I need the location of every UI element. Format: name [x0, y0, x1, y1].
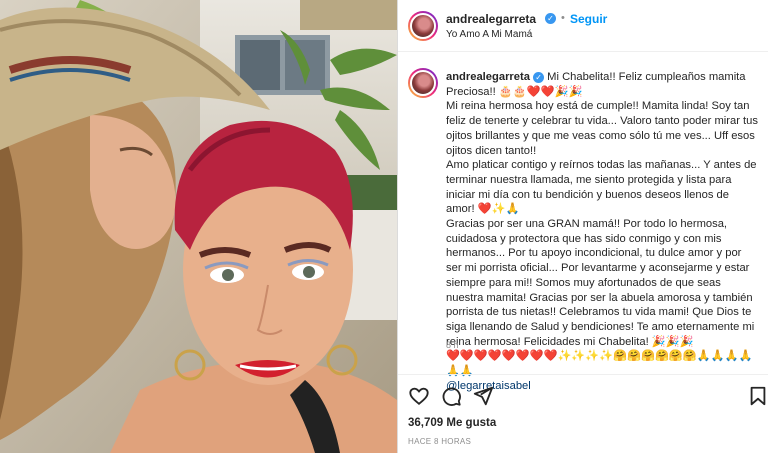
- post-header: andrealegarreta ✓ • Seguir Yo Amo A Mi M…: [398, 0, 768, 52]
- post-photo-illustration: [0, 0, 397, 453]
- bookmark-icon[interactable]: [747, 385, 768, 407]
- caption-username[interactable]: andrealegarreta: [446, 71, 530, 83]
- caption-time: 8 h: [446, 340, 459, 350]
- share-icon[interactable]: [472, 385, 494, 407]
- caption-text-line-3: Mi reina hermosa hoy está de cumple!! Ma…: [446, 100, 758, 157]
- separator-dot: •: [561, 12, 565, 24]
- post-panel: andrealegarreta ✓ • Seguir Yo Amo A Mi M…: [397, 0, 768, 453]
- caption-line-1: andrealegarreta ✓ Mi Chabelita!! Feliz c…: [446, 70, 760, 85]
- header-username[interactable]: andrealegarreta: [446, 12, 536, 26]
- caption-text-line-5: Gracias por ser una GRAN mamá!! Por todo…: [446, 218, 755, 348]
- caption: andrealegarreta ✓ Mi Chabelita!! Feliz c…: [446, 70, 760, 393]
- heart-icon[interactable]: [408, 385, 430, 407]
- post-time: HACE 8 HORAS: [408, 437, 472, 446]
- caption-avatar[interactable]: [408, 68, 438, 98]
- avatar[interactable]: [408, 11, 438, 41]
- caption-text-line-4: Amo platicar contigo y reírnos todas las…: [446, 159, 757, 216]
- caption-verified-icon: ✓: [533, 71, 545, 83]
- audio-subtitle[interactable]: Yo Amo A Mi Mamá: [446, 29, 532, 40]
- caption-text-line-1: Mi Chabelita!! Feliz cumpleaños mamita: [547, 71, 746, 83]
- follow-button[interactable]: Seguir: [570, 12, 607, 26]
- likes-count[interactable]: 36,709 Me gusta: [408, 417, 496, 429]
- caption-text-line-2: Preciosa!! 🎂🎂❤️❤️🎉🎉: [446, 85, 583, 98]
- post-photo: [0, 0, 397, 453]
- verified-icon: ✓: [545, 13, 556, 24]
- comment-icon[interactable]: [440, 385, 462, 407]
- actions-bar: 36,709 Me gusta HACE 8 HORAS: [398, 374, 768, 453]
